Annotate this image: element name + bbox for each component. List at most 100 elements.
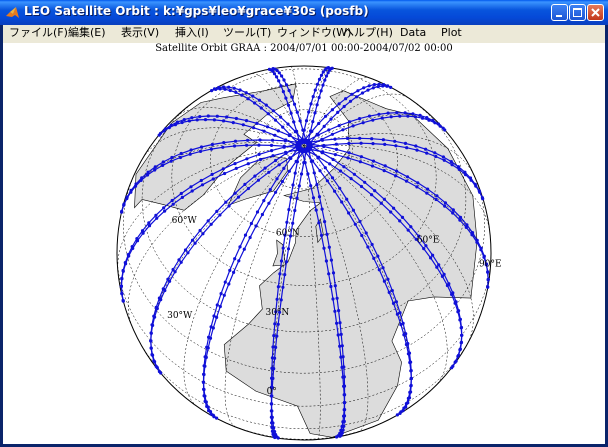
orbit-point (347, 151, 351, 155)
orbit-point (351, 124, 355, 128)
orbit-point (121, 269, 125, 273)
orbit-point (333, 189, 337, 193)
orbit-point (234, 166, 238, 170)
menu-view[interactable]: 表示(V) (121, 26, 159, 40)
orbit-point (310, 129, 314, 133)
orbit-point (260, 212, 264, 217)
orbit-point (335, 296, 339, 300)
orbit-point (370, 164, 375, 168)
orbit-point (270, 415, 274, 419)
orbit-point (124, 262, 128, 266)
orbit-point (147, 224, 152, 228)
menu-file[interactable]: ファイル(F) (9, 26, 68, 40)
orbit-point (254, 224, 258, 228)
menu-plot[interactable]: Plot (441, 26, 462, 40)
orbit-point (282, 78, 286, 82)
orbit-point (335, 321, 339, 325)
orbit-point (279, 259, 284, 263)
orbit-point (429, 256, 433, 260)
orbit-point (342, 384, 346, 388)
graticule-label: 60°W (172, 216, 198, 226)
orbit-point (367, 114, 372, 118)
orbit-point (317, 155, 321, 159)
orbit-point (251, 94, 255, 98)
orbit-point (313, 111, 317, 115)
orbit-point (182, 118, 186, 122)
orbit-point (336, 110, 340, 114)
orbit-point (416, 181, 420, 185)
orbit-point (266, 112, 270, 116)
orbit-point (385, 84, 389, 88)
menu-window[interactable]: ウィンドウ(W) (277, 26, 351, 40)
orthographic-globe[interactable]: 90°E 60°N 60°E 60°W 30°N 30°W 0° (3, 43, 605, 444)
orbit-point (406, 352, 410, 356)
maximize-button[interactable] (569, 4, 586, 21)
menu-edit[interactable]: 編集(E) (68, 26, 106, 40)
menu-help[interactable]: ヘルプ(H) (343, 26, 393, 40)
orbit-point (376, 85, 380, 89)
title-bar[interactable]: LEO Satellite Orbit : k:¥gps¥leo¥grace¥3… (0, 0, 608, 25)
orbit-point (120, 291, 124, 295)
orbit-point (275, 177, 279, 181)
orbit-point (311, 95, 315, 99)
orbit-point (214, 87, 218, 91)
orbit-point (201, 232, 205, 236)
orbit-point (284, 260, 289, 264)
orbit-point (415, 148, 419, 152)
orbit-point (370, 242, 374, 247)
figure-canvas[interactable]: Satellite Orbit GRAA : 2004/07/01 00:00-… (3, 43, 605, 444)
orbit-point (478, 190, 482, 194)
minimize-button[interactable] (551, 4, 568, 21)
orbit-point (257, 98, 261, 102)
orbit-point (120, 277, 124, 281)
orbit-point (162, 206, 166, 210)
orbit-point (342, 104, 346, 109)
orbit-point (331, 297, 335, 301)
orbit-point (395, 111, 399, 115)
orbit-point (127, 254, 131, 258)
orbit-point (348, 120, 352, 124)
orbit-point (315, 103, 319, 107)
window-title: LEO Satellite Orbit : k:¥gps¥leo¥grace¥3… (24, 4, 369, 18)
orbit-point (221, 145, 225, 149)
orbit-point (215, 209, 219, 213)
orbit-point (338, 434, 342, 438)
orbit-point (242, 247, 246, 251)
orbit-point (294, 159, 298, 163)
orbit-point (222, 119, 226, 123)
orbit-point (459, 326, 463, 330)
orbit-point (202, 394, 206, 398)
close-button[interactable] (587, 4, 604, 21)
orbit-point (179, 191, 183, 196)
orbit-point (363, 180, 367, 184)
orbit-point (263, 166, 267, 170)
orbit-point (248, 235, 252, 240)
orbit-point (157, 369, 161, 374)
menu-data[interactable]: Data (400, 26, 426, 40)
orbit-point (287, 169, 291, 173)
orbit-point (232, 270, 236, 274)
orbit-point (486, 285, 490, 289)
menu-insert[interactable]: 挿入(I) (175, 26, 209, 40)
orbit-point (425, 151, 429, 155)
orbit-point (268, 188, 272, 192)
orbit-point (309, 102, 313, 106)
orbit-point (222, 293, 226, 297)
orbit-point (381, 266, 385, 270)
orbit-point (347, 141, 351, 146)
matlab-app-icon[interactable] (5, 5, 20, 20)
orbit-point (231, 121, 235, 125)
orbit-point (246, 97, 250, 101)
menu-tools[interactable]: ツール(T) (223, 26, 271, 40)
orbit-point (173, 123, 177, 127)
orbit-point (337, 124, 341, 128)
orbit-point (203, 364, 207, 368)
orbit-point (394, 300, 398, 304)
orbit-point (198, 149, 203, 153)
orbit-point (289, 195, 293, 199)
orbit-point (451, 211, 455, 215)
orbit-point (218, 87, 222, 91)
orbit-point (336, 333, 340, 337)
orbit-point (281, 90, 285, 94)
orbit-point (297, 184, 301, 188)
